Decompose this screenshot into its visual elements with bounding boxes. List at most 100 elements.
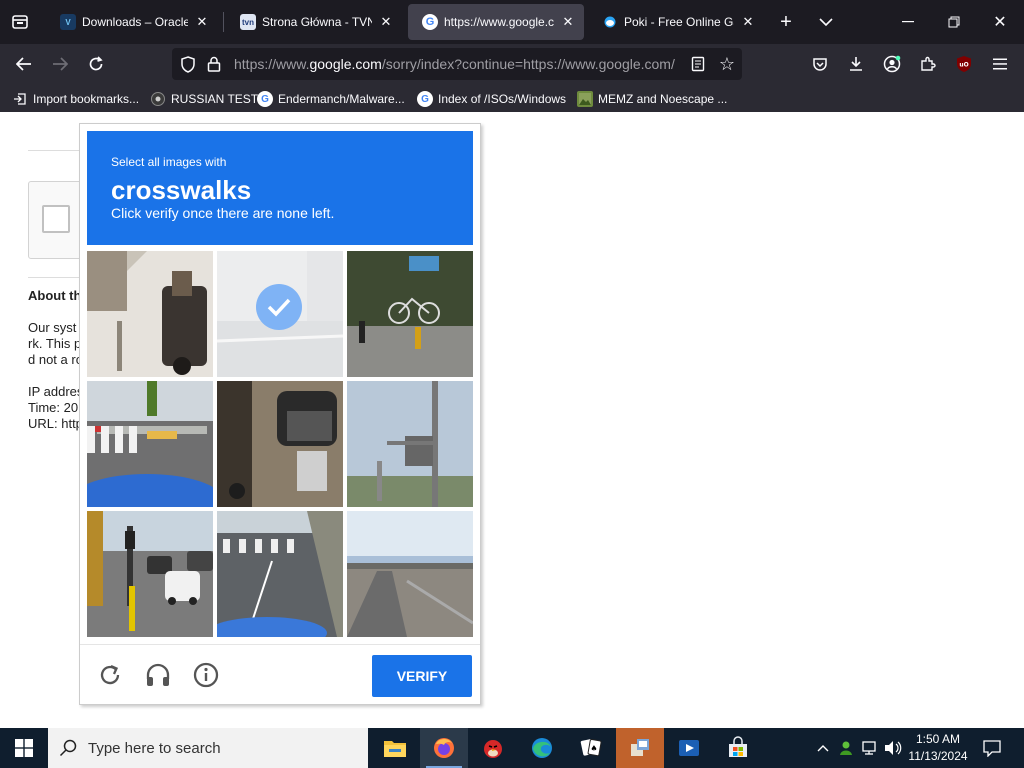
svg-text:uO: uO (959, 62, 968, 69)
spider-icon (150, 91, 166, 107)
windows-taskbar: Type here to search ♠ 1:50 AM 11/13/2024 (0, 728, 1024, 768)
verify-button[interactable]: VERIFY (372, 655, 472, 697)
url-prefix: https://www. (234, 56, 310, 72)
show-hidden-icons-chevron-icon[interactable] (814, 728, 832, 768)
list-tabs-chevron-icon[interactable] (814, 10, 838, 34)
clock-time: 1:50 AM (915, 732, 961, 746)
hamburger-menu-icon[interactable] (988, 52, 1012, 76)
tab-google-sorry[interactable]: G https://www.google.com/sorry/index ✕ (408, 4, 584, 40)
target-word: crosswalks (111, 175, 252, 205)
tvn-favicon: tvn (240, 14, 256, 30)
tile-crosswalk-road[interactable] (87, 381, 213, 507)
virtualbox-favicon: V (60, 14, 76, 30)
google-favicon: G (422, 14, 438, 30)
network-icon[interactable] (860, 728, 882, 768)
google-icon: G (257, 91, 273, 107)
url-text[interactable]: https://www.google.com/sorry/index?conti… (234, 56, 684, 72)
bookmark-label: Endermanch/Malware... (278, 92, 405, 106)
tile-scooter-sidewalk[interactable] (87, 251, 213, 377)
pocket-icon[interactable] (808, 52, 832, 76)
video-app-icon[interactable] (665, 728, 713, 768)
tracking-protection-shield-icon[interactable] (178, 54, 198, 74)
account-icon[interactable] (880, 52, 904, 76)
tile-crosswalk-intersection[interactable] (217, 511, 343, 637)
close-tab-icon[interactable]: ✕ (740, 14, 756, 30)
user-status-icon[interactable] (836, 728, 856, 768)
bookmark-label: RUSSIAN TEST (171, 92, 259, 106)
restore-window-icon[interactable] (942, 10, 966, 34)
installer-icon[interactable] (616, 728, 664, 768)
instruction-pre: Select all images with (111, 155, 227, 169)
angry-birds-icon[interactable] (469, 728, 517, 768)
poki-favicon (602, 14, 618, 30)
search-icon (48, 739, 88, 757)
back-arrow-icon[interactable] (12, 52, 36, 76)
selected-check-icon (256, 284, 302, 330)
captcha-instructions: Select all images with crosswalks Click … (87, 131, 473, 245)
tile-traffic-pole[interactable] (347, 381, 473, 507)
recaptcha-checkbox[interactable] (42, 205, 70, 233)
bookmarks-toolbar: Import bookmarks... RUSSIAN TEST G Ender… (0, 84, 1024, 112)
tab-title: https://www.google.com/sorry/index (444, 15, 554, 29)
reader-view-icon[interactable] (688, 54, 708, 74)
address-bar[interactable]: https://www.google.com/sorry/index?conti… (172, 48, 742, 80)
close-tab-icon[interactable]: ✕ (560, 14, 576, 30)
firefox-view-icon[interactable] (8, 10, 32, 34)
notifications-icon[interactable] (980, 728, 1004, 768)
minimize-window-icon[interactable] (896, 10, 920, 34)
tab-bar: V Downloads – Oracle VirtualBox ✕ tvn St… (0, 0, 1024, 44)
tab-virtualbox[interactable]: V Downloads – Oracle VirtualBox ✕ (46, 4, 218, 40)
bookmark-label: MEMZ and Noescape ... (598, 92, 728, 106)
forward-arrow-icon[interactable] (48, 52, 72, 76)
new-tab-icon[interactable]: + (774, 10, 798, 34)
divider (28, 277, 80, 278)
tile-highway-bridge[interactable] (347, 511, 473, 637)
tile-motorbike[interactable] (217, 381, 343, 507)
captcha-challenge-dialog: Select all images with crosswalks Click … (79, 123, 481, 705)
tab-title: Strona Główna - TVN (262, 15, 372, 29)
google-icon: G (417, 91, 433, 107)
bookmark-import[interactable]: Import bookmarks... (12, 90, 139, 108)
tile-traffic-cars[interactable] (87, 511, 213, 637)
windows-start-icon[interactable] (0, 728, 48, 768)
bookmark-russian-test[interactable]: RUSSIAN TEST (150, 90, 258, 108)
import-icon (12, 91, 28, 107)
close-tab-icon[interactable]: ✕ (194, 14, 210, 30)
solitaire-icon[interactable]: ♠ (567, 728, 615, 768)
image-icon (577, 91, 593, 107)
bookmark-label: Index of /ISOs/Windows (438, 92, 567, 106)
url-domain: google.com (309, 56, 382, 72)
file-explorer-icon[interactable] (371, 728, 419, 768)
lock-icon[interactable] (204, 54, 224, 74)
close-window-icon[interactable]: ✕ (988, 10, 1012, 34)
tab-tvn[interactable]: tvn Strona Główna - TVN ✕ (226, 4, 402, 40)
bookmark-endermanch-malware[interactable]: G Endermanch/Malware... (257, 90, 405, 108)
ublock-origin-icon[interactable]: uO (952, 52, 976, 76)
bookmark-memz[interactable]: MEMZ and Noescape ... (577, 90, 727, 108)
system-clock[interactable]: 1:50 AM 11/13/2024 (902, 731, 974, 765)
tab-title: Poki - Free Online Games (624, 15, 734, 29)
tile-bicycle-street[interactable] (347, 251, 473, 377)
bookmark-label: Import bookmarks... (33, 92, 140, 106)
bookmark-star-icon[interactable]: ☆ (716, 53, 738, 75)
volume-icon[interactable] (883, 728, 903, 768)
extensions-puzzle-icon[interactable] (916, 52, 940, 76)
taskbar-search-box[interactable]: Type here to search (48, 728, 368, 768)
reload-icon[interactable] (84, 52, 108, 76)
audio-challenge-headphones-icon[interactable] (144, 661, 172, 689)
tile-selected[interactable] (217, 251, 343, 377)
tab-title: Downloads – Oracle VirtualBox (82, 15, 188, 29)
downloads-icon[interactable] (844, 52, 868, 76)
tab-separator (223, 12, 224, 32)
store-icon[interactable] (714, 728, 762, 768)
info-icon[interactable] (192, 661, 220, 689)
navigation-toolbar: https://www.google.com/sorry/index?conti… (0, 44, 1024, 84)
divider (28, 150, 80, 151)
close-tab-icon[interactable]: ✕ (378, 14, 394, 30)
bookmark-index-isos[interactable]: G Index of /ISOs/Windows (417, 90, 566, 108)
reload-challenge-icon[interactable] (96, 661, 124, 689)
firefox-icon[interactable] (420, 728, 468, 768)
tab-poki[interactable]: Poki - Free Online Games ✕ (588, 4, 764, 40)
url-path: /sorry/index?continue=https://www.google… (381, 56, 675, 72)
edge-icon[interactable] (518, 728, 566, 768)
